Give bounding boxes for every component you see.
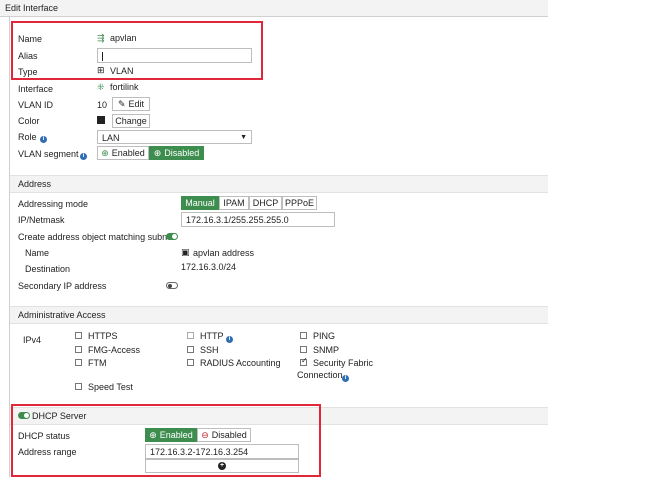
speed-test-checkbox[interactable]: [75, 383, 82, 390]
fmg-access-checkbox[interactable]: [75, 346, 82, 353]
ping-checkbox[interactable]: [300, 332, 307, 339]
ssh-checkbox[interactable]: [187, 346, 194, 353]
destination-label: Destination: [25, 264, 71, 274]
segment-enabled-button[interactable]: ⊕ Enabled: [97, 146, 149, 160]
admin-access-section-title: Administrative Access: [18, 310, 106, 320]
snmp-label: SNMP: [313, 345, 340, 355]
snmp-checkbox[interactable]: [300, 346, 307, 353]
admin-access-section-header: Administrative Access: [10, 306, 548, 324]
addressing-mode-label: Addressing mode: [18, 199, 89, 209]
address-section-title: Address: [18, 179, 52, 189]
object-name-value: apvlan address: [193, 248, 255, 258]
http-label: HTTP: [200, 331, 224, 341]
info-icon[interactable]: i: [226, 336, 233, 343]
info-icon[interactable]: i: [342, 375, 349, 382]
address-section-header: Address: [10, 175, 548, 193]
security-fabric-checkbox[interactable]: [300, 356, 308, 366]
edit-vlanid-button[interactable]: ✎ Edit: [112, 97, 150, 111]
address-object-icon: ▣: [181, 247, 190, 257]
highlight-box-dhcp: [11, 404, 321, 477]
secondary-ip-label: Secondary IP address: [18, 281, 107, 291]
destination-value: 172.16.3.0/24: [181, 262, 237, 272]
ipmask-input[interactable]: 172.16.3.1/255.255.255.0: [181, 212, 335, 227]
vlanid-value: 10: [97, 100, 108, 110]
ftm-checkbox[interactable]: [75, 359, 82, 366]
pencil-icon: ✎: [117, 98, 126, 109]
mode-manual-button[interactable]: Manual: [181, 196, 219, 210]
ipv4-label: IPv4: [23, 335, 42, 345]
color-swatch: [97, 116, 105, 124]
ssh-label: SSH: [200, 345, 219, 355]
ping-label: PING: [313, 331, 336, 341]
create-object-label: Create address object matching subnet: [18, 232, 175, 242]
fmg-access-label: FMG-Access: [88, 345, 141, 355]
mode-ipam-button[interactable]: IPAM: [219, 196, 249, 210]
segment-disabled-button[interactable]: ⊕ Disabled: [149, 146, 204, 160]
create-object-toggle[interactable]: [166, 233, 178, 240]
ipmask-label: IP/Netmask: [18, 215, 65, 225]
highlight-box-general: [11, 21, 263, 80]
fortilink-icon: ⁜: [97, 82, 105, 92]
radius-accounting-checkbox[interactable]: [187, 359, 194, 366]
role-label: Role: [18, 132, 37, 142]
http-checkbox[interactable]: [187, 332, 194, 339]
window-title: Edit Interface: [5, 3, 59, 13]
interface-label: Interface: [18, 84, 54, 94]
interface-value: fortilink: [110, 82, 139, 92]
role-select[interactable]: LAN ▼: [97, 130, 252, 144]
info-icon[interactable]: i: [80, 153, 87, 160]
color-label: Color: [18, 116, 40, 126]
https-checkbox[interactable]: [75, 332, 82, 339]
info-icon[interactable]: i: [40, 136, 47, 143]
speed-test-label: Speed Test: [88, 382, 133, 392]
plus-circle-icon: ⊕: [101, 147, 109, 158]
change-color-button[interactable]: Change: [112, 114, 150, 128]
ftm-label: FTM: [88, 358, 107, 368]
radius-accounting-label: RADIUS Accounting: [200, 358, 281, 368]
secondary-ip-toggle[interactable]: [166, 282, 178, 289]
mode-pppoe-button[interactable]: PPPoE: [282, 196, 317, 210]
segment-label: VLAN segment: [18, 149, 79, 159]
https-label: HTTPS: [88, 331, 118, 341]
window-title-bar: Edit Interface: [0, 0, 548, 17]
object-name-label: Name: [25, 248, 50, 258]
plus-circle-icon: ⊕: [153, 147, 162, 158]
security-fabric-label-cont: Connection: [297, 370, 343, 380]
security-fabric-label: Security Fabric: [313, 358, 374, 368]
mode-dhcp-button[interactable]: DHCP: [249, 196, 282, 210]
vlanid-label: VLAN ID: [18, 100, 54, 110]
chevron-down-icon: ▼: [240, 134, 247, 141]
